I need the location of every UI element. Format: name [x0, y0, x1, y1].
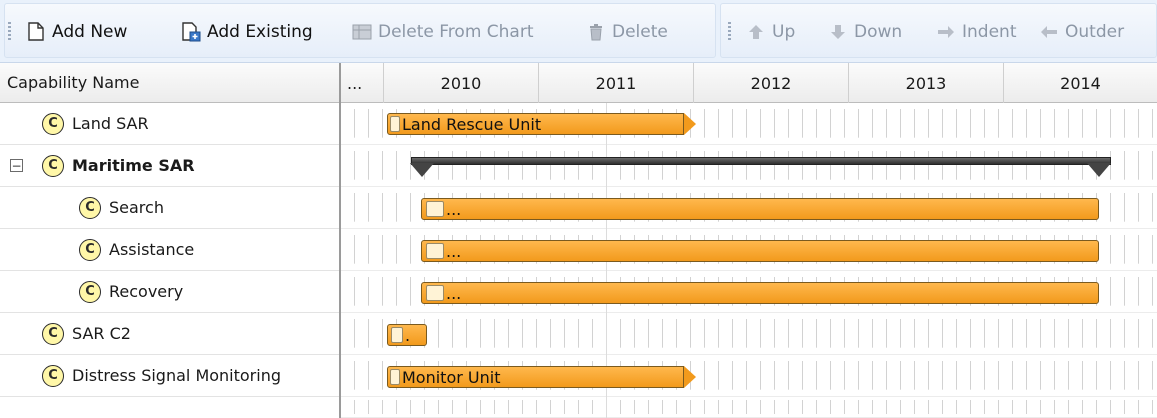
- trash-icon: [586, 22, 606, 42]
- delete-from-chart-label: Delete From Chart: [378, 21, 534, 42]
- gantt-grid: Capability Name C Land SAR − C Maritime …: [0, 63, 1157, 418]
- gantt-bar-assistance[interactable]: ...: [421, 240, 1099, 262]
- bar-arrow-tip: [684, 113, 696, 135]
- summary-bar-end-marker: [1087, 163, 1111, 177]
- timeline-earlier-ellipsis[interactable]: ...: [341, 63, 383, 103]
- add-new-button[interactable]: Add New: [26, 0, 127, 63]
- arrow-right-icon: [936, 22, 956, 42]
- capability-name: Assistance: [109, 240, 195, 259]
- capability-row-distress-signal-monitoring[interactable]: C Distress Signal Monitoring: [0, 355, 339, 397]
- timeline-row: [341, 145, 1157, 187]
- bar-label: ...: [446, 199, 462, 219]
- bar-element-icon: [391, 327, 403, 343]
- toolbar-grip[interactable]: [728, 22, 731, 42]
- new-document-icon: [26, 22, 46, 42]
- bar-arrow-tip: [684, 366, 696, 388]
- capability-name: Maritime SAR: [72, 156, 195, 175]
- capability-icon: C: [79, 280, 101, 303]
- down-label: Down: [854, 21, 903, 42]
- capability-name: Land SAR: [72, 114, 149, 133]
- up-label: Up: [772, 21, 796, 42]
- capability-row-recovery[interactable]: C Recovery: [0, 271, 339, 313]
- bar-label: .: [405, 325, 411, 345]
- move-down-button[interactable]: Down: [828, 0, 902, 63]
- toolbar-grip[interactable]: [8, 22, 11, 42]
- capability-name: Search: [109, 198, 164, 217]
- arrow-up-icon: [746, 22, 766, 42]
- bar-element-icon: [390, 116, 400, 132]
- gantt-bar-recovery[interactable]: ...: [421, 282, 1099, 304]
- bar-element-icon: [426, 285, 444, 301]
- bar-element-icon: [426, 243, 444, 259]
- outdent-label: Outder: [1065, 21, 1125, 42]
- outdent-button[interactable]: Outder: [1039, 0, 1124, 63]
- capability-icon: C: [42, 322, 64, 345]
- bar-label: ...: [446, 241, 462, 261]
- timeline-area: ... 2010 2011 2012 2013 2014 Land Rescue…: [341, 63, 1157, 418]
- year-header-2011: 2011: [538, 63, 693, 103]
- delete-from-chart-icon: [352, 22, 372, 42]
- year-header-2012: 2012: [693, 63, 848, 103]
- indent-button[interactable]: Indent: [936, 0, 1016, 63]
- summary-bar-maritime-sar[interactable]: [411, 157, 1111, 165]
- capability-row-search[interactable]: C Search: [0, 187, 339, 229]
- toolbar: Add New Add Existing Delete From Chart D…: [0, 0, 1157, 63]
- bar-element-icon: [426, 201, 444, 217]
- year-header-2010: 2010: [383, 63, 538, 103]
- timeline-header: ... 2010 2011 2012 2013 2014: [341, 63, 1157, 103]
- bar-label: Land Rescue Unit: [402, 114, 542, 134]
- move-up-button[interactable]: Up: [746, 0, 795, 63]
- capability-name: SAR C2: [72, 324, 131, 343]
- add-existing-button[interactable]: Add Existing: [181, 0, 313, 63]
- bar-element-icon: [390, 369, 400, 385]
- capability-name-header-label: Capability Name: [7, 73, 140, 92]
- gantt-bar-search[interactable]: ...: [421, 198, 1099, 220]
- capability-row-sar-c2[interactable]: C SAR C2: [0, 313, 339, 355]
- capability-name: Recovery: [109, 282, 184, 301]
- add-new-label: Add New: [52, 21, 128, 42]
- add-existing-label: Add Existing: [207, 21, 313, 42]
- gantt-bar-land-rescue-unit[interactable]: Land Rescue Unit: [387, 113, 684, 135]
- bar-label: ...: [446, 283, 462, 303]
- capability-row-land-sar[interactable]: C Land SAR: [0, 103, 339, 145]
- capability-name-header[interactable]: Capability Name: [0, 63, 339, 103]
- arrow-left-icon: [1039, 22, 1059, 42]
- capability-row-maritime-sar[interactable]: − C Maritime SAR: [0, 145, 339, 187]
- add-existing-icon: [181, 21, 201, 42]
- year-header-2013: 2013: [848, 63, 1003, 103]
- gantt-bar-sar-c2[interactable]: .: [387, 324, 427, 346]
- gantt-bar-monitor-unit[interactable]: Monitor Unit: [387, 366, 684, 388]
- delete-button[interactable]: Delete: [586, 0, 668, 63]
- capability-icon: C: [42, 154, 64, 177]
- summary-bar-start-marker: [410, 163, 434, 177]
- collapse-toggle-icon[interactable]: −: [10, 159, 23, 172]
- capability-icon: C: [42, 364, 64, 387]
- indent-label: Indent: [962, 21, 1017, 42]
- arrow-down-icon: [828, 22, 848, 42]
- capability-icon: C: [79, 238, 101, 261]
- capability-icon: C: [79, 196, 101, 219]
- capability-row-assistance[interactable]: C Assistance: [0, 229, 339, 271]
- year-header-2014: 2014: [1003, 63, 1157, 103]
- timeline-row: [341, 313, 1157, 355]
- capability-column: Capability Name C Land SAR − C Maritime …: [0, 63, 341, 418]
- timeline-row: [341, 397, 1157, 418]
- delete-label: Delete: [612, 21, 668, 42]
- capability-name: Distress Signal Monitoring: [72, 366, 281, 385]
- delete-from-chart-button[interactable]: Delete From Chart: [352, 0, 534, 63]
- capability-icon: C: [42, 112, 64, 135]
- bar-label: Monitor Unit: [402, 367, 501, 387]
